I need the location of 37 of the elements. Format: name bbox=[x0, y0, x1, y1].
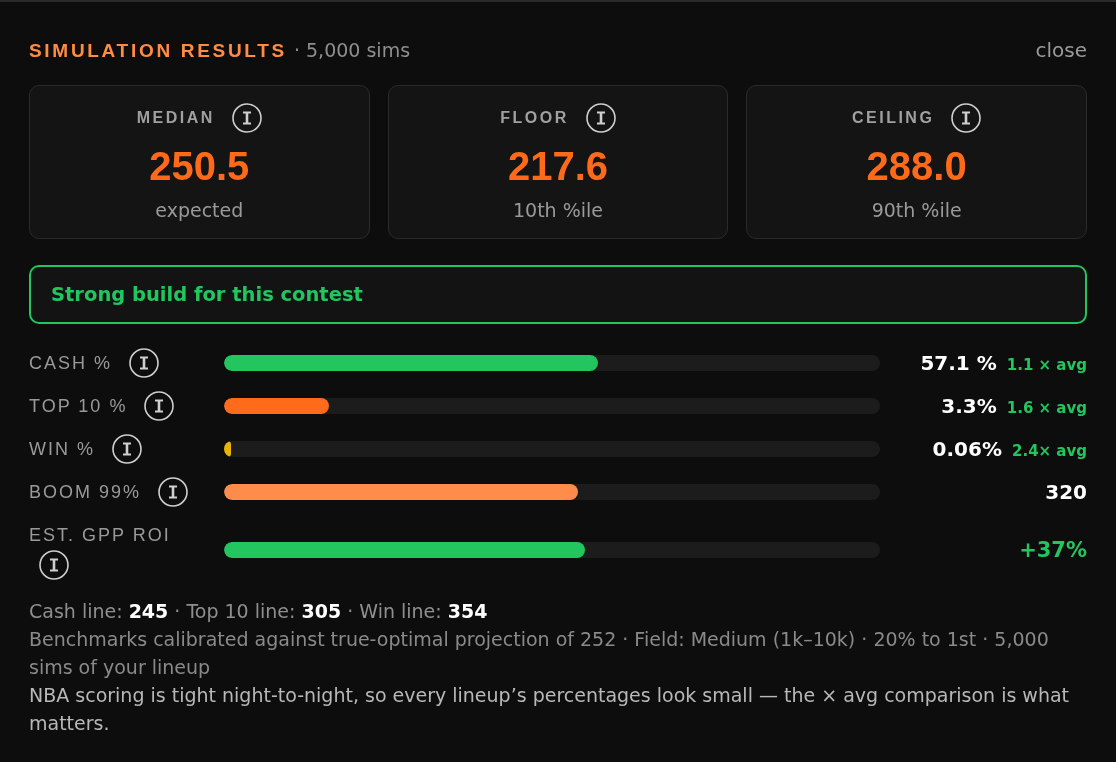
stat-caption: 90th %ile bbox=[871, 199, 962, 221]
comparison-text: 2.4× avg bbox=[1012, 442, 1087, 460]
metric-label: EST. GPP ROI bbox=[29, 525, 171, 545]
info-icon[interactable] bbox=[951, 103, 982, 133]
metric-label: WIN % bbox=[29, 439, 95, 459]
close-button[interactable]: close bbox=[1035, 38, 1087, 62]
metric-label: CASH % bbox=[29, 353, 112, 373]
stat-value: 250.5 bbox=[149, 143, 250, 189]
info-icon[interactable] bbox=[585, 103, 616, 133]
metric-value: 0.06% bbox=[932, 437, 1002, 461]
stat-value: 288.0 bbox=[866, 143, 967, 189]
comparison-text: 1.6 × avg bbox=[1006, 399, 1087, 417]
metric-label: BOOM 99% bbox=[29, 482, 142, 502]
metric-value: +37% bbox=[1019, 538, 1087, 562]
note-text: NBA scoring is tight night-to-night, so every lineup’s percentages look small — the × avg comparison is what matters. bbox=[29, 683, 1071, 736]
stat-label: MEDIAN bbox=[136, 109, 215, 127]
stat-label: FLOOR bbox=[500, 109, 569, 127]
stat-caption: 10th %ile bbox=[513, 199, 603, 221]
info-icon[interactable] bbox=[39, 550, 69, 580]
comparison-text: 1.1 × avg bbox=[1006, 356, 1087, 374]
info-icon[interactable] bbox=[144, 391, 175, 421]
info-icon[interactable] bbox=[231, 103, 262, 133]
info-icon[interactable] bbox=[129, 348, 160, 378]
sim-count-text: · 5,000 sims bbox=[293, 38, 411, 61]
metric-value: 57.1 % bbox=[920, 351, 997, 375]
info-icon[interactable] bbox=[112, 434, 142, 464]
info-icon[interactable] bbox=[158, 477, 189, 507]
metric-value: 320 bbox=[1045, 480, 1087, 504]
threshold-text: Cash line: 245 · Top 10 line: 305 · Win line: 354 bbox=[29, 599, 489, 624]
panel-title: SIMULATION RESULTS bbox=[29, 39, 287, 62]
stat-value: 217.6 bbox=[507, 143, 609, 189]
stat-caption: expected bbox=[155, 199, 244, 221]
metric-label: TOP 10 % bbox=[29, 396, 128, 416]
verdict-banner: Strong build for this contest bbox=[29, 265, 1087, 324]
metric-value: 3.3% bbox=[941, 394, 997, 418]
benchmark-text: Benchmarks calibrated against true-optimal projection of 252 · Field: Medium (1k–10k) · 20% to 1st · 5,000 sims of your lineup bbox=[29, 627, 1050, 680]
stat-label: CEILING bbox=[851, 109, 935, 127]
